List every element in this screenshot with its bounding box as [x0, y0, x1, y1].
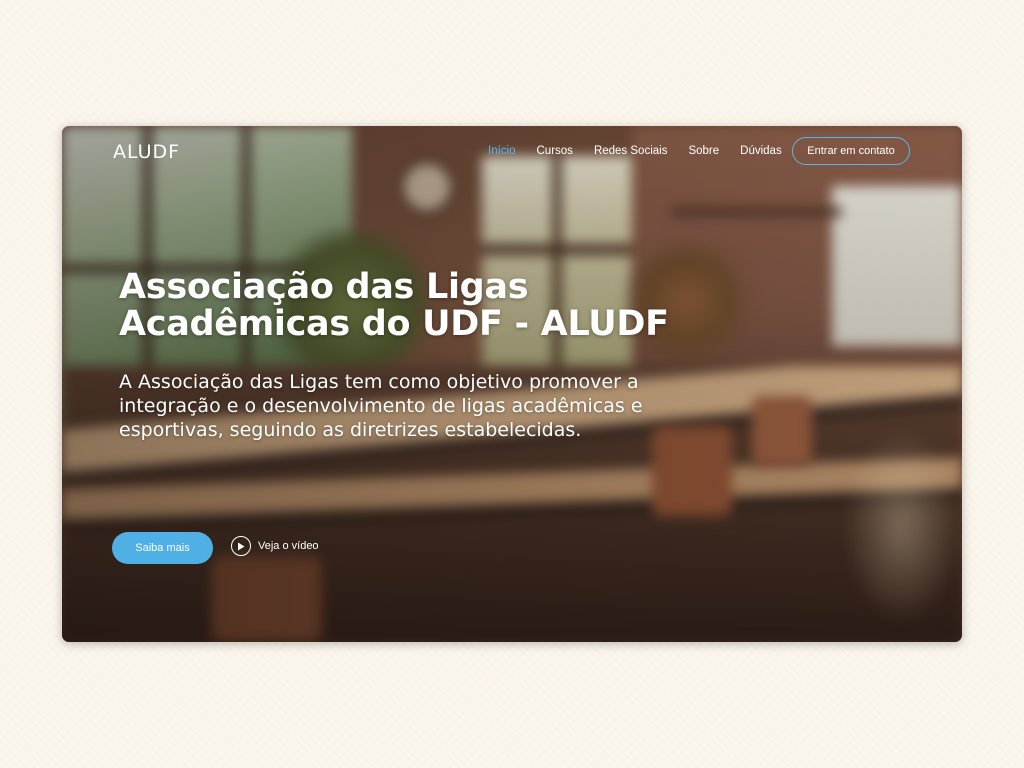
nav-item-duvidas[interactable]: Dúvidas: [740, 145, 782, 157]
contact-button[interactable]: Entrar em contato: [792, 137, 910, 165]
watch-video-label[interactable]: Veja o vídeo: [258, 540, 319, 552]
nav-menu: Início Cursos Redes Sociais Sobre Dúvida…: [488, 145, 803, 157]
site-logo[interactable]: ALUDF: [113, 141, 180, 163]
play-icon[interactable]: [231, 536, 251, 556]
nav-item-redes-sociais[interactable]: Redes Sociais: [594, 145, 668, 157]
top-navigation: ALUDF Início Cursos Redes Sociais Sobre …: [62, 126, 962, 178]
hero-title-line-1: Associação das Ligas: [119, 267, 529, 307]
hero-title-line-2: Acadêmicas do UDF - ALUDF: [119, 304, 669, 344]
hero-description: A Associação das Ligas tem como objetivo…: [119, 371, 643, 441]
hero-card: ALUDF Início Cursos Redes Sociais Sobre …: [62, 126, 962, 642]
nav-item-inicio[interactable]: Início: [488, 145, 516, 157]
nav-item-sobre[interactable]: Sobre: [688, 145, 719, 157]
nav-item-cursos[interactable]: Cursos: [537, 145, 573, 157]
watch-video-link[interactable]: Veja o vídeo: [231, 536, 319, 556]
learn-more-button[interactable]: Saiba mais: [112, 532, 213, 564]
hero-title: Associação das Ligas Acadêmicas do UDF -…: [119, 269, 759, 343]
